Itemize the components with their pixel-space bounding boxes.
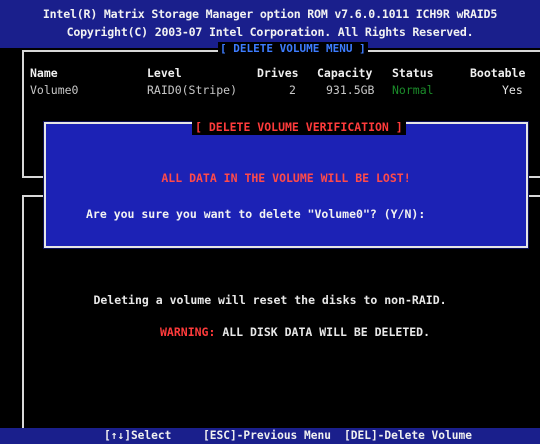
select-key-hint[interactable]: [↑↓]Select	[104, 429, 171, 442]
column-header-level: Level	[147, 66, 182, 80]
delete-volume-key-hint[interactable]: [DEL]-Delete Volume	[344, 429, 472, 442]
copyright-text: Copyright(C) 2003-07 Intel Corporation. …	[66, 25, 474, 39]
data-loss-warning: ALL DATA IN THE VOLUME WILL BE LOST!	[161, 171, 411, 185]
volume-row-name[interactable]: Volume0	[30, 83, 78, 97]
volume-row-capacity: 931.5GB	[326, 83, 375, 97]
rom-version-text: Intel(R) Matrix Storage Manager option R…	[42, 7, 498, 21]
volume-row-status: Normal	[392, 83, 434, 97]
volume-row-level: RAID0(Stripe)	[147, 83, 238, 97]
volume-row-drives: 2	[289, 83, 296, 97]
confirm-delete-prompt[interactable]: Are you sure you want to delete "Volume0…	[86, 207, 425, 221]
column-header-status: Status	[392, 66, 434, 80]
delete-volume-menu-title: [ DELETE VOLUME MENU ]	[218, 42, 368, 55]
warning-text: ALL DISK DATA WILL BE DELETED.	[215, 325, 431, 339]
raid-bios-screen: Intel(R) Matrix Storage Manager option R…	[0, 0, 540, 444]
reset-disks-notice: Deleting a volume will reset the disks t…	[93, 293, 447, 307]
footer-key-bar: [↑↓]Select [ESC]-Previous Menu [DEL]-Del…	[0, 428, 540, 444]
volume-row-bootable: Yes	[502, 83, 523, 97]
column-header-capacity: Capacity	[317, 66, 373, 80]
delete-verification-title: [ DELETE VOLUME VERIFICATION ]	[192, 119, 406, 135]
column-header-bootable: Bootable	[470, 66, 526, 80]
header-bar: Intel(R) Matrix Storage Manager option R…	[0, 0, 540, 48]
previous-menu-key-hint[interactable]: [ESC]-Previous Menu	[203, 429, 331, 442]
column-header-name: Name	[30, 66, 58, 80]
disk-data-warning: WARNING: ALL DISK DATA WILL BE DELETED.	[160, 325, 430, 339]
delete-verification-dialog[interactable]	[44, 122, 528, 248]
column-header-drives: Drives	[257, 66, 299, 80]
warning-label: WARNING:	[160, 325, 216, 339]
